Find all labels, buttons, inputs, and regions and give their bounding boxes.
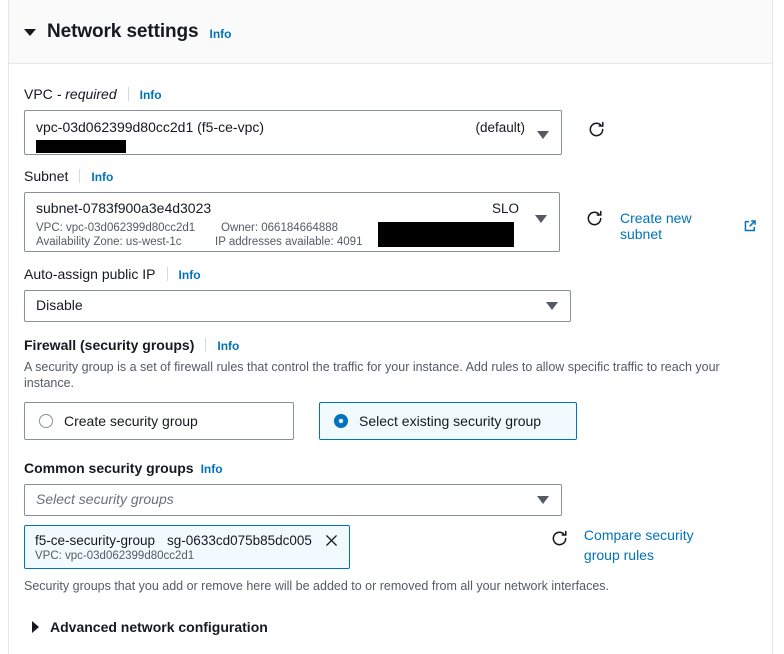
vpc-control-row: vpc-03d062399d80cc2d1 (f5-ce-vpc) (defau… bbox=[24, 110, 757, 155]
network-settings-header[interactable]: Network settings Info bbox=[9, 0, 772, 64]
network-settings-panel: Network settings Info VPC - required Inf… bbox=[8, 0, 773, 654]
firewall-option-label: Select existing security group bbox=[359, 413, 542, 429]
firewall-description: A security group is a set of firewall ru… bbox=[24, 360, 720, 390]
subnet-meta-owner: Owner: 066184664888 bbox=[221, 222, 339, 234]
token-id: sg-0633cd075b85dc005 bbox=[167, 533, 312, 548]
subnet-select[interactable]: subnet-0783f900a3e4d3023 SLO VPC: vpc-03… bbox=[24, 192, 560, 252]
common-sg-select[interactable]: Select security groups bbox=[24, 484, 562, 516]
redacted-vpc-detail bbox=[36, 140, 126, 153]
common-sg-label-row: Common security groups Info bbox=[24, 460, 757, 476]
chevron-down-icon[interactable] bbox=[537, 496, 549, 504]
subnet-refresh-button[interactable] bbox=[585, 209, 604, 233]
advanced-network-configuration-toggle[interactable]: Advanced network configuration bbox=[32, 619, 757, 635]
vpc-selected-value: vpc-03d062399d80cc2d1 (f5-ce-vpc) bbox=[36, 119, 265, 135]
vpc-info-link[interactable]: Info bbox=[140, 88, 162, 102]
vpc-label: VPC - required bbox=[24, 86, 117, 102]
compare-rules-refresh-icon[interactable] bbox=[550, 529, 569, 553]
radio-icon[interactable] bbox=[39, 414, 53, 428]
label-divider bbox=[166, 267, 168, 281]
firewall-info-link[interactable]: Info bbox=[217, 339, 239, 353]
chevron-down-icon[interactable] bbox=[546, 302, 558, 310]
advanced-label: Advanced network configuration bbox=[50, 619, 268, 635]
vpc-refresh-button[interactable] bbox=[587, 120, 606, 144]
radio-icon-selected[interactable] bbox=[334, 414, 348, 428]
label-divider bbox=[79, 169, 81, 183]
subnet-label: Subnet bbox=[24, 168, 69, 184]
firewall-option-group: Create security group Select existing se… bbox=[24, 402, 757, 440]
common-sg-tokens-row: f5-ce-security-group sg-0633cd075b85dc00… bbox=[24, 525, 757, 569]
firewall-option-label: Create security group bbox=[64, 413, 198, 429]
label-divider bbox=[205, 338, 207, 352]
token-name: f5-ce-security-group bbox=[35, 533, 156, 548]
common-sg-label: Common security groups bbox=[24, 460, 194, 476]
vpc-label-row: VPC - required Info bbox=[24, 85, 757, 102]
token-main-row: f5-ce-security-group sg-0633cd075b85dc00… bbox=[35, 533, 339, 548]
compare-security-group-rules-link[interactable]: Compare security group rules bbox=[584, 525, 694, 565]
auto-assign-select[interactable]: Disable bbox=[24, 290, 571, 322]
close-icon bbox=[326, 535, 337, 546]
subnet-slo-tag: SLO bbox=[491, 201, 519, 216]
expand-toggle-icon[interactable] bbox=[32, 621, 39, 633]
firewall-option-create-security-group[interactable]: Create security group bbox=[24, 402, 294, 440]
subnet-control-row: subnet-0783f900a3e4d3023 SLO VPC: vpc-03… bbox=[24, 192, 757, 252]
firewall-label: Firewall (security groups) bbox=[24, 337, 195, 353]
subnet-info-link[interactable]: Info bbox=[91, 170, 113, 184]
firewall-option-select-existing-security-group[interactable]: Select existing security group bbox=[319, 402, 577, 440]
network-settings-body: VPC - required Info vpc-03d062399d80cc2d… bbox=[9, 85, 772, 635]
token-remove-button[interactable] bbox=[324, 533, 339, 548]
page-title: Network settings bbox=[47, 20, 199, 42]
vpc-select[interactable]: vpc-03d062399d80cc2d1 (f5-ce-vpc) (defau… bbox=[24, 110, 562, 155]
chevron-down-icon[interactable] bbox=[537, 131, 549, 139]
auto-assign-label-row: Auto-assign public IP Info bbox=[24, 265, 757, 282]
auto-assign-label: Auto-assign public IP bbox=[24, 266, 156, 282]
subnet-meta-vpc: VPC: vpc-03d062399d80cc2d1 bbox=[36, 222, 196, 234]
auto-assign-value: Disable bbox=[36, 297, 83, 313]
subnet-meta-ips: IP addresses available: 4091 bbox=[215, 236, 363, 248]
security-group-token[interactable]: f5-ce-security-group sg-0633cd075b85dc00… bbox=[24, 525, 350, 569]
common-sg-footnote: Security groups that you add or remove h… bbox=[24, 579, 610, 593]
subnet-meta-az: Availability Zone: us-west-1c bbox=[36, 236, 182, 248]
label-divider bbox=[127, 87, 129, 101]
create-new-subnet-link[interactable]: Create new subnet bbox=[620, 210, 757, 242]
create-new-subnet-label: Create new subnet bbox=[619, 210, 692, 242]
auto-assign-info-link[interactable]: Info bbox=[179, 268, 201, 282]
common-sg-placeholder: Select security groups bbox=[36, 491, 174, 507]
compare-link-line1: Compare security bbox=[583, 527, 694, 543]
collapse-toggle-icon[interactable] bbox=[24, 29, 36, 36]
section-info-link[interactable]: Info bbox=[210, 27, 232, 41]
external-link-icon bbox=[744, 220, 756, 232]
chevron-down-icon[interactable] bbox=[534, 215, 547, 223]
subnet-label-row: Subnet Info bbox=[24, 167, 757, 184]
redacted-subnet-detail bbox=[378, 222, 514, 247]
compare-link-line2: group rules bbox=[583, 547, 654, 563]
vpc-default-tag: (default) bbox=[475, 120, 525, 135]
subnet-selected-value: subnet-0783f900a3e4d3023 bbox=[36, 200, 212, 216]
token-vpc: VPC: vpc-03d062399d80cc2d1 bbox=[35, 550, 195, 562]
firewall-label-row: Firewall (security groups) Info bbox=[24, 336, 757, 353]
common-sg-info-link[interactable]: Info bbox=[201, 462, 223, 476]
